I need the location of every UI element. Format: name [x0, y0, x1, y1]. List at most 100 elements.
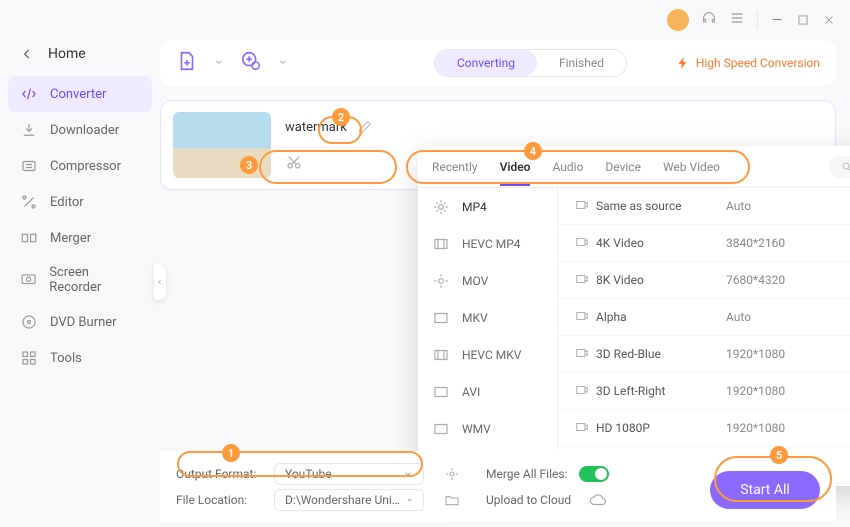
- sidebar-item-label: DVD Burner: [50, 315, 117, 330]
- chevron-down-icon: [403, 469, 413, 479]
- format-label: HEVC MKV: [462, 348, 521, 362]
- output-format-value: YouTube: [285, 467, 332, 481]
- menu-icon[interactable]: [729, 10, 745, 30]
- preset-name: 3D Left-Right: [596, 384, 726, 398]
- file-location-select[interactable]: D:\Wondershare UniConverter 1: [274, 489, 424, 511]
- preset-res: 7680*4320: [726, 273, 836, 287]
- search-icon: [841, 161, 850, 173]
- start-all-button[interactable]: Start All: [710, 471, 820, 509]
- sidebar-item-label: Downloader: [50, 123, 119, 138]
- film-icon: [432, 309, 450, 327]
- preset-same-as-source[interactable]: Same as sourceAuto: [558, 188, 850, 225]
- recorder-icon: [20, 271, 37, 289]
- tab-web-video[interactable]: Web Video: [663, 160, 720, 174]
- merge-toggle[interactable]: [579, 466, 609, 482]
- upload-label: Upload to Cloud: [486, 493, 571, 507]
- sidebar-item-dvd-burner[interactable]: DVD Burner: [8, 304, 152, 340]
- preset-name: Same as source: [596, 199, 726, 213]
- search-input[interactable]: Search: [829, 156, 850, 178]
- edit-title-icon[interactable]: [357, 119, 373, 135]
- sidebar-item-label: Compressor: [50, 159, 121, 174]
- add-folder-button[interactable]: [240, 50, 262, 76]
- sidebar-item-screen-recorder[interactable]: Screen Recorder: [8, 256, 152, 304]
- sidebar-item-label: Editor: [50, 195, 84, 210]
- preset-name: HD 1080P: [596, 421, 726, 435]
- sidebar-item-editor[interactable]: Editor: [8, 184, 152, 220]
- collapse-sidebar-handle[interactable]: [154, 264, 166, 300]
- file-title: watermark: [285, 120, 347, 135]
- film-icon: [432, 235, 450, 253]
- preset-8k[interactable]: 8K Video7680*4320: [558, 262, 850, 299]
- video-icon: [574, 272, 590, 286]
- add-file-button[interactable]: [176, 50, 198, 76]
- merger-icon: [20, 229, 38, 247]
- video-thumbnail[interactable]: [173, 112, 271, 178]
- headset-icon[interactable]: [701, 10, 717, 30]
- preset-res: 1920*1080: [726, 347, 836, 361]
- bolt-icon: [676, 56, 690, 70]
- video-icon: [574, 420, 590, 434]
- preset-res: 1920*1080: [726, 384, 836, 398]
- format-mkv[interactable]: MKV: [418, 299, 557, 336]
- film-icon: [432, 420, 450, 438]
- format-hevc-mkv[interactable]: HEVC MKV: [418, 336, 557, 373]
- output-format-select[interactable]: YouTube: [274, 463, 424, 485]
- file-location-label: File Location:: [176, 493, 262, 507]
- compressor-icon: [20, 157, 38, 175]
- preset-4k[interactable]: 4K Video3840*2160: [558, 225, 850, 262]
- back-home[interactable]: Home: [8, 40, 152, 76]
- tab-device[interactable]: Device: [605, 160, 641, 174]
- format-list: MP4 HEVC MP4 MOV MKV HEVC MKV AVI WMV M4…: [418, 188, 558, 486]
- status-toggle[interactable]: Converting Finished: [434, 49, 627, 77]
- sidebar-item-downloader[interactable]: Downloader: [8, 112, 152, 148]
- sidebar-item-label: Screen Recorder: [49, 265, 140, 295]
- gear-icon: [432, 272, 450, 290]
- dvd-icon: [20, 313, 38, 331]
- sidebar-item-compressor[interactable]: Compressor: [8, 148, 152, 184]
- sidebar-item-converter[interactable]: Converter: [8, 76, 152, 112]
- preset-hd-1080p[interactable]: HD 1080P1920*1080: [558, 410, 850, 447]
- output-format-label: Output Format:: [176, 467, 262, 481]
- user-avatar[interactable]: [667, 9, 689, 31]
- download-icon: [20, 121, 38, 139]
- format-avi[interactable]: AVI: [418, 373, 557, 410]
- sidebar-item-merger[interactable]: Merger: [8, 220, 152, 256]
- format-hevc-mp4[interactable]: HEVC MP4: [418, 225, 557, 262]
- chevron-left-icon: [20, 47, 34, 61]
- add-file-chevron[interactable]: [214, 56, 224, 71]
- tab-finished[interactable]: Finished: [537, 50, 626, 76]
- minimize-button[interactable]: —: [770, 13, 784, 27]
- editor-icon: [20, 193, 38, 211]
- tab-converting[interactable]: Converting: [435, 50, 537, 76]
- preset-alpha[interactable]: AlphaAuto: [558, 299, 850, 336]
- trim-icon[interactable]: [285, 153, 303, 171]
- format-label: WMV: [462, 422, 491, 436]
- video-icon: [574, 235, 590, 249]
- tab-video[interactable]: Video: [500, 160, 531, 186]
- preset-res: 1920*1080: [726, 421, 836, 435]
- high-speed-link[interactable]: High Speed Conversion: [676, 56, 820, 70]
- file-location-value: D:\Wondershare UniConverter 1: [285, 493, 406, 507]
- preset-3d-red-blue[interactable]: 3D Red-Blue1920*1080: [558, 336, 850, 373]
- chevron-down-icon: [406, 495, 413, 505]
- maximize-button[interactable]: [796, 13, 810, 27]
- video-icon: [574, 309, 590, 323]
- preset-3d-left-right[interactable]: 3D Left-Right1920*1080: [558, 373, 850, 410]
- cloud-icon[interactable]: [589, 491, 607, 509]
- add-folder-chevron[interactable]: [278, 56, 288, 71]
- settings-icon[interactable]: [444, 466, 460, 482]
- close-button[interactable]: [822, 13, 836, 27]
- film-icon: [432, 383, 450, 401]
- tab-audio[interactable]: Audio: [552, 160, 583, 174]
- format-label: MOV: [462, 274, 488, 288]
- folder-icon[interactable]: [444, 492, 460, 508]
- preset-res: 3840*2160: [726, 236, 836, 250]
- home-label: Home: [48, 46, 86, 62]
- format-mov[interactable]: MOV: [418, 262, 557, 299]
- tab-recently[interactable]: Recently: [432, 160, 478, 174]
- format-mp4[interactable]: MP4: [418, 188, 557, 225]
- format-popup: Recently Video Audio Device Web Video Se…: [418, 146, 850, 486]
- format-wmv[interactable]: WMV: [418, 410, 557, 447]
- preset-res: Auto: [726, 310, 836, 324]
- sidebar-item-tools[interactable]: Tools: [8, 340, 152, 376]
